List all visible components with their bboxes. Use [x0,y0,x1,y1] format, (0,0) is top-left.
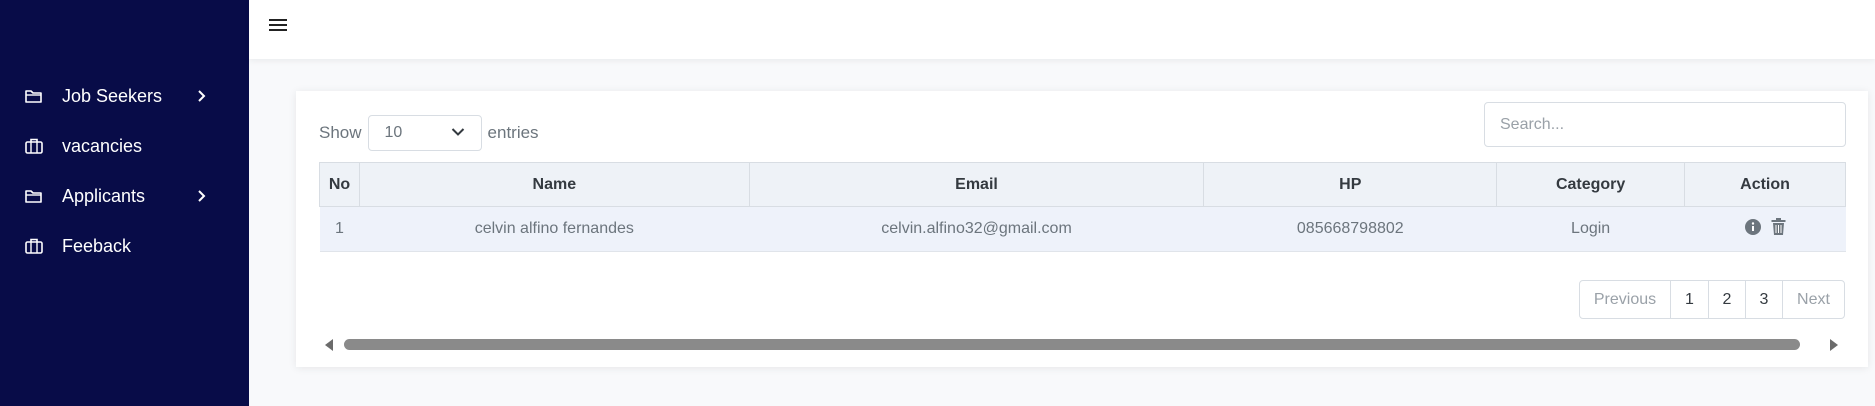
horizontal-scrollbar[interactable] [319,336,1846,352]
sidebar: Job Seekers vacancies Applicants Feeback [0,0,249,406]
chevron-right-icon[interactable] [191,190,211,202]
column-header-category[interactable]: Category [1496,162,1686,207]
show-label: Show [319,123,362,142]
column-header-no[interactable]: No [319,162,360,207]
cell-no: 1 [319,206,360,252]
cell-action [1684,206,1846,252]
pagination-previous[interactable]: Previous [1580,281,1670,318]
cell-name: celvin alfino fernandes [359,206,750,252]
column-header-email[interactable]: Email [748,162,1205,207]
cell-email: celvin.alfino32@gmail.com [749,206,1204,252]
briefcase-icon [24,237,44,255]
pagination: Previous 1 2 3 Next [1579,280,1845,319]
search-input[interactable] [1484,102,1846,147]
column-header-name[interactable]: Name [358,162,750,207]
sidebar-item-applicants[interactable]: Applicants [0,171,249,221]
briefcase-icon [24,137,44,155]
chevron-right-icon[interactable] [191,90,211,102]
sidebar-item-label: Job Seekers [62,85,163,106]
table-row: 1 celvin alfino fernandes celvin.alfino3… [319,206,1846,252]
column-header-action[interactable]: Action [1684,162,1846,207]
sidebar-item-label: Applicants [62,185,146,206]
sidebar-item-feeback[interactable]: Feeback [0,221,249,271]
scrollbar-thumb[interactable] [344,339,1800,350]
folder-icon [24,187,44,205]
scroll-left-arrow-icon[interactable] [325,339,333,351]
entries-select-value: 10 [384,124,403,141]
info-icon[interactable] [1744,218,1761,235]
scroll-right-arrow-icon[interactable] [1830,339,1838,351]
trash-icon[interactable] [1771,218,1786,236]
top-bar [249,0,1875,59]
sidebar-item-vacancies[interactable]: vacancies [0,121,249,171]
table-header-row: No Name Email HP Category Action [319,162,1846,207]
column-header-hp[interactable]: HP [1203,162,1498,207]
sidebar-nav: Job Seekers vacancies Applicants Feeback [0,71,249,271]
pagination-page-1[interactable]: 1 [1670,281,1708,318]
entries-length-control: Show 10 entries [319,115,539,151]
sidebar-item-label: Feeback [62,235,132,256]
data-table: No Name Email HP Category Action 1 celvi… [319,162,1846,252]
sidebar-item-label: vacancies [62,135,143,156]
cell-category: Login [1496,206,1685,252]
chevron-down-icon [451,124,465,142]
pagination-page-3[interactable]: 3 [1745,281,1782,318]
entries-label: entries [487,123,539,142]
sidebar-item-job-seekers[interactable]: Job Seekers [0,71,249,121]
entries-select[interactable]: 10 [367,115,482,151]
pagination-next[interactable]: Next [1782,281,1844,318]
data-table-card: Show 10 entries No Name Email HP Categor… [296,91,1868,367]
cell-hp: 085668798802 [1203,206,1497,252]
pagination-page-2[interactable]: 2 [1708,281,1745,318]
folder-icon [24,87,44,105]
hamburger-icon[interactable] [269,17,289,33]
